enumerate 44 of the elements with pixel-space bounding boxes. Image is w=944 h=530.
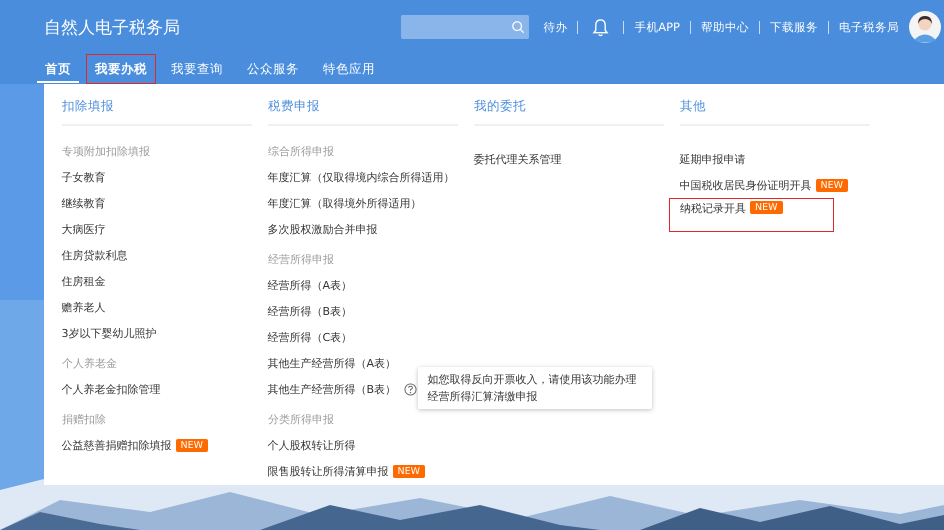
new-badge: NEW bbox=[750, 201, 783, 214]
column-title: 我的委托 bbox=[474, 84, 664, 126]
menu-link[interactable]: 多次股权激励合并申报 bbox=[268, 222, 378, 236]
menu-link[interactable]: 经营所得（C表） bbox=[268, 330, 352, 344]
group-heading: 经营所得申报 bbox=[268, 252, 335, 268]
menu-link[interactable]: 3岁以下婴幼儿照护 bbox=[62, 326, 156, 340]
new-badge: NEW bbox=[392, 464, 426, 478]
group-heading: 综合所得申报 bbox=[268, 144, 335, 160]
menu-link[interactable]: 延期申报申请 bbox=[680, 152, 746, 166]
menu-link[interactable]: 继续教育 bbox=[62, 196, 106, 210]
group-heading: 专项附加扣除填报 bbox=[62, 144, 151, 160]
column-title: 其他 bbox=[680, 84, 870, 126]
menu-link[interactable]: 委托代理关系管理 bbox=[474, 152, 562, 166]
tooltip: 如您取得反向开票收入，请使用该功能办理经营所得汇算清缴申报 bbox=[418, 367, 652, 409]
avatar[interactable] bbox=[909, 11, 941, 43]
menu-link[interactable]: 其他生产经营所得（A表） bbox=[268, 356, 396, 370]
menu-link[interactable]: 个人养老金扣除管理 bbox=[62, 382, 160, 396]
menu-link[interactable]: 经营所得（A表） bbox=[268, 278, 352, 292]
menu-link[interactable]: 住房贷款利息 bbox=[62, 248, 128, 262]
menu-link[interactable]: 年度汇算（仅取得境内综合所得适用） bbox=[268, 170, 454, 184]
search-icon[interactable] bbox=[511, 20, 526, 34]
bell-icon[interactable] bbox=[592, 18, 610, 36]
menu-link[interactable]: 限售股转让所得清算申报 bbox=[268, 464, 388, 478]
menu-link[interactable]: 住房租金 bbox=[62, 274, 106, 288]
menu-link[interactable]: 大病医疗 bbox=[62, 222, 106, 236]
menu-link[interactable]: 纳税记录开具 bbox=[680, 201, 746, 216]
menu-link[interactable]: 个人股权转让所得 bbox=[268, 438, 356, 452]
menu-link[interactable]: 公益慈善捐赠扣除填报 bbox=[62, 438, 172, 452]
new-badge: NEW bbox=[176, 438, 208, 452]
search-field[interactable] bbox=[401, 15, 530, 39]
group-heading: 个人养老金 bbox=[62, 356, 118, 372]
column-title: 税费申报 bbox=[268, 84, 458, 126]
menu-link[interactable]: 子女教育 bbox=[62, 170, 106, 184]
column-title: 扣除填报 bbox=[62, 84, 252, 126]
site-title: 自然人电子税务局 bbox=[44, 16, 180, 38]
group-heading: 捐赠扣除 bbox=[62, 412, 107, 428]
menu-link[interactable]: 其他生产经营所得（B表） bbox=[268, 382, 396, 396]
menu-link[interactable]: 赡养老人 bbox=[62, 300, 106, 314]
help-icon[interactable] bbox=[404, 382, 418, 396]
new-badge: NEW bbox=[816, 178, 848, 192]
group-heading: 分类所得申报 bbox=[268, 412, 335, 428]
menu-link[interactable]: 经营所得（B表） bbox=[268, 304, 352, 318]
menu-link[interactable]: 中国税收居民身份证明开具 bbox=[680, 178, 812, 192]
menu-link[interactable]: 年度汇算（取得境外所得适用） bbox=[268, 196, 422, 210]
